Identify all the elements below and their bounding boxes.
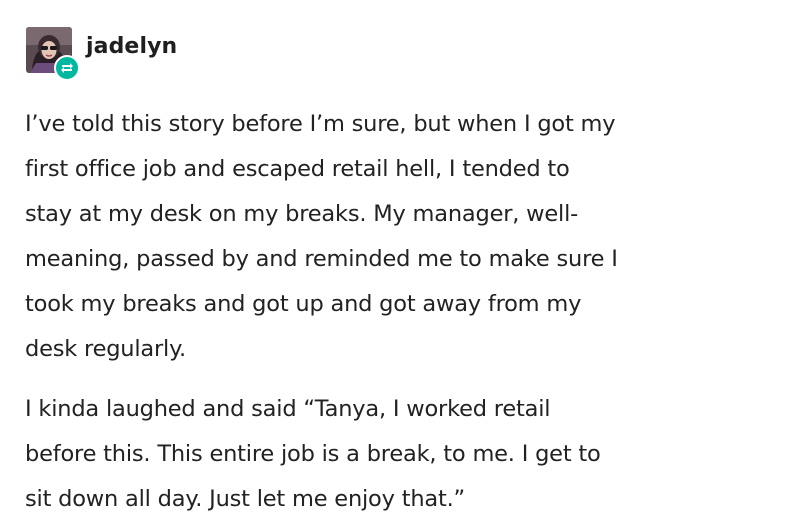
- post-paragraph: I kinda laughed and said “Tanya, I worke…: [25, 387, 795, 522]
- username-link[interactable]: jadelyn: [86, 34, 177, 59]
- post-body: I’ve told this story before I’m sure, bu…: [25, 102, 795, 522]
- text-line: I’ve told this story before I’m sure, bu…: [25, 111, 616, 137]
- text-line: desk regularly.: [25, 336, 186, 362]
- reblog-icon: [61, 63, 73, 73]
- post-header: jadelyn: [26, 26, 177, 81]
- tumblr-post: jadelyn I’ve told this story before I’m …: [0, 0, 800, 530]
- reblog-badge: [54, 55, 80, 81]
- text-line: stay at my desk on my breaks. My manager…: [25, 201, 579, 227]
- text-line: took my breaks and got up and got away f…: [25, 291, 582, 317]
- avatar-container[interactable]: [26, 27, 80, 81]
- text-line: before this. This entire job is a break,…: [25, 441, 601, 467]
- text-line: I kinda laughed and said “Tanya, I worke…: [25, 396, 551, 422]
- text-line: sit down all day. Just let me enjoy that…: [25, 486, 465, 512]
- text-line: first office job and escaped retail hell…: [25, 156, 570, 182]
- text-line: meaning, passed by and reminded me to ma…: [25, 246, 618, 272]
- post-paragraph: I’ve told this story before I’m sure, bu…: [25, 102, 795, 372]
